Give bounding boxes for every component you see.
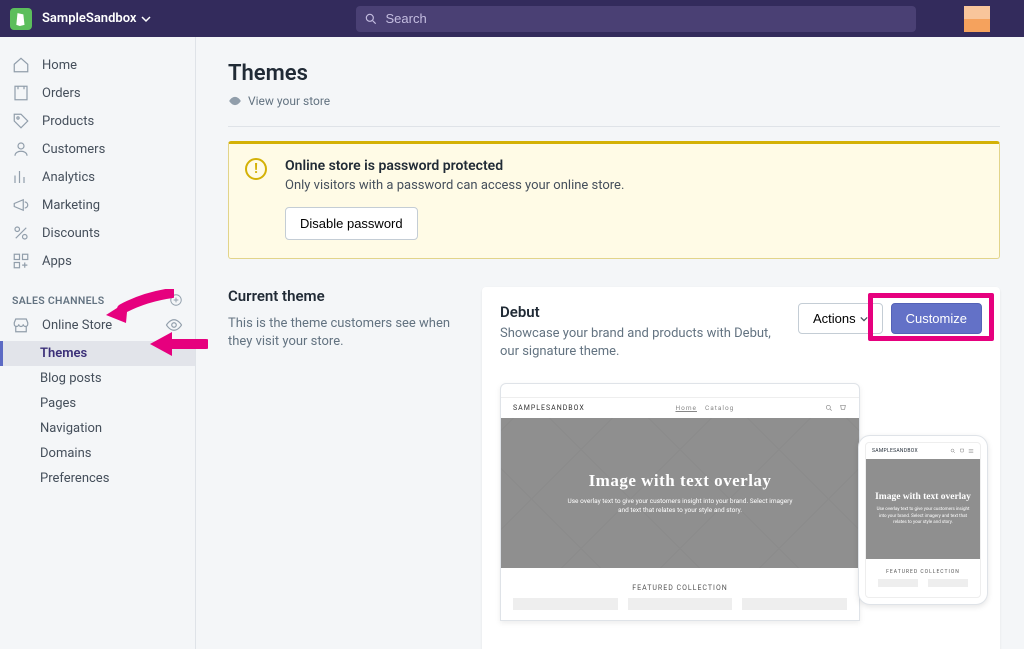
preview-hero-sub: Use overlay text to give your customers … xyxy=(874,507,972,526)
theme-tagline: Showcase your brand and products with De… xyxy=(500,325,780,361)
sidebar-sub-domains[interactable]: Domains xyxy=(0,441,195,466)
global-search[interactable] xyxy=(356,6,916,32)
search-input[interactable] xyxy=(386,11,908,26)
view-store-label: View your store xyxy=(248,94,330,108)
sidebar-item-label: Products xyxy=(42,114,94,129)
preview-featured-label: FEATURED COLLECTION xyxy=(501,568,859,598)
tag-icon xyxy=(12,112,30,130)
sidebar-item-label: Home xyxy=(42,58,77,73)
sidebar-item-label: Apps xyxy=(42,254,72,269)
preview-nav-link: Home xyxy=(675,404,697,412)
preview-store-name: SAMPLESANDBOX xyxy=(872,448,918,454)
preview-store-name: SAMPLESANDBOX xyxy=(513,404,585,412)
banner-body: Only visitors with a password can access… xyxy=(285,178,983,193)
plus-circle-icon[interactable] xyxy=(169,293,183,307)
sidebar-item-online-store[interactable]: Online Store xyxy=(0,311,195,339)
sidebar-item-label: Customers xyxy=(42,142,105,157)
sidebar-item-label: Analytics xyxy=(42,170,95,185)
shopify-logo-icon xyxy=(10,8,32,30)
current-theme-sidebar: Current theme This is the theme customer… xyxy=(228,287,458,649)
password-banner: ! Online store is password protected Onl… xyxy=(228,141,1000,259)
search-icon xyxy=(950,448,956,454)
current-theme-heading: Current theme xyxy=(228,287,458,305)
home-icon xyxy=(12,56,30,74)
current-theme-card: Debut Showcase your brand and products w… xyxy=(482,287,1000,649)
sidebar-item-discounts[interactable]: Discounts xyxy=(0,219,195,247)
sidebar-item-analytics[interactable]: Analytics xyxy=(0,163,195,191)
sidebar-item-products[interactable]: Products xyxy=(0,107,195,135)
theme-name: Debut xyxy=(500,303,780,321)
cart-icon xyxy=(839,404,847,412)
warning-icon: ! xyxy=(245,158,267,180)
analytics-icon xyxy=(12,168,30,186)
disable-password-button[interactable]: Disable password xyxy=(285,207,418,240)
sidebar: Home Orders Products Customers Analytics… xyxy=(0,37,196,649)
preview-mobile: SAMPLESANDBOX Image with text overlay Us… xyxy=(858,435,988,605)
preview-hero-sub: Use overlay text to give your customers … xyxy=(565,497,795,517)
sidebar-sub-blog-posts[interactable]: Blog posts xyxy=(0,366,195,391)
megaphone-icon xyxy=(12,196,30,214)
sidebar-item-label: Orders xyxy=(42,86,81,101)
sidebar-section-sales-channels: SALES CHANNELS xyxy=(0,275,195,311)
current-theme-desc: This is the theme customers see when the… xyxy=(228,315,458,351)
theme-actions-button[interactable]: Actions xyxy=(798,303,883,334)
sidebar-sub-themes[interactable]: Themes xyxy=(0,341,195,366)
sidebar-item-apps[interactable]: Apps xyxy=(0,247,195,275)
sidebar-subnav: Themes Blog posts Pages Navigation Domai… xyxy=(0,339,195,493)
sidebar-item-label: Discounts xyxy=(42,226,100,241)
percent-icon xyxy=(12,224,30,242)
sidebar-item-label: Online Store xyxy=(42,318,112,333)
search-icon xyxy=(825,404,833,412)
search-icon xyxy=(364,12,378,26)
actions-label: Actions xyxy=(813,311,856,326)
sidebar-sub-navigation[interactable]: Navigation xyxy=(0,416,195,441)
preview-desktop: SAMPLESANDBOX Home Catalog Image w xyxy=(500,383,860,621)
preview-hero-title: Image with text overlay xyxy=(589,471,772,491)
sidebar-item-home[interactable]: Home xyxy=(0,51,195,79)
person-icon xyxy=(12,140,30,158)
account-avatar[interactable] xyxy=(964,6,990,32)
theme-preview: SAMPLESANDBOX Home Catalog Image w xyxy=(500,383,982,643)
chevron-down-icon xyxy=(141,14,151,24)
store-icon xyxy=(12,316,30,334)
sidebar-sub-preferences[interactable]: Preferences xyxy=(0,466,195,491)
customize-button[interactable]: Customize xyxy=(891,303,982,334)
view-store-link[interactable]: View your store xyxy=(228,94,1000,108)
sidebar-item-orders[interactable]: Orders xyxy=(0,79,195,107)
caret-down-icon xyxy=(860,315,868,323)
apps-icon xyxy=(12,252,30,270)
store-name-label: SampleSandbox xyxy=(42,11,137,26)
sidebar-item-label: Marketing xyxy=(42,198,100,213)
sidebar-section-label: SALES CHANNELS xyxy=(12,294,105,307)
page-title: Themes xyxy=(228,61,1000,86)
topbar: SampleSandbox xyxy=(0,0,1024,37)
eye-icon xyxy=(228,94,242,108)
banner-title: Online store is password protected xyxy=(285,158,983,174)
preview-hero-title: Image with text overlay xyxy=(875,492,971,502)
preview-featured-label: FEATURED COLLECTION xyxy=(866,559,980,579)
store-switcher[interactable]: SampleSandbox xyxy=(42,11,151,26)
sidebar-sub-pages[interactable]: Pages xyxy=(0,391,195,416)
sidebar-item-marketing[interactable]: Marketing xyxy=(0,191,195,219)
preview-nav-link: Catalog xyxy=(705,404,734,412)
orders-icon xyxy=(12,84,30,102)
cart-icon xyxy=(959,448,965,454)
main-content: Themes View your store ! Online store is… xyxy=(196,37,1024,649)
sidebar-item-customers[interactable]: Customers xyxy=(0,135,195,163)
menu-icon xyxy=(968,448,974,454)
eye-icon[interactable] xyxy=(165,316,183,334)
